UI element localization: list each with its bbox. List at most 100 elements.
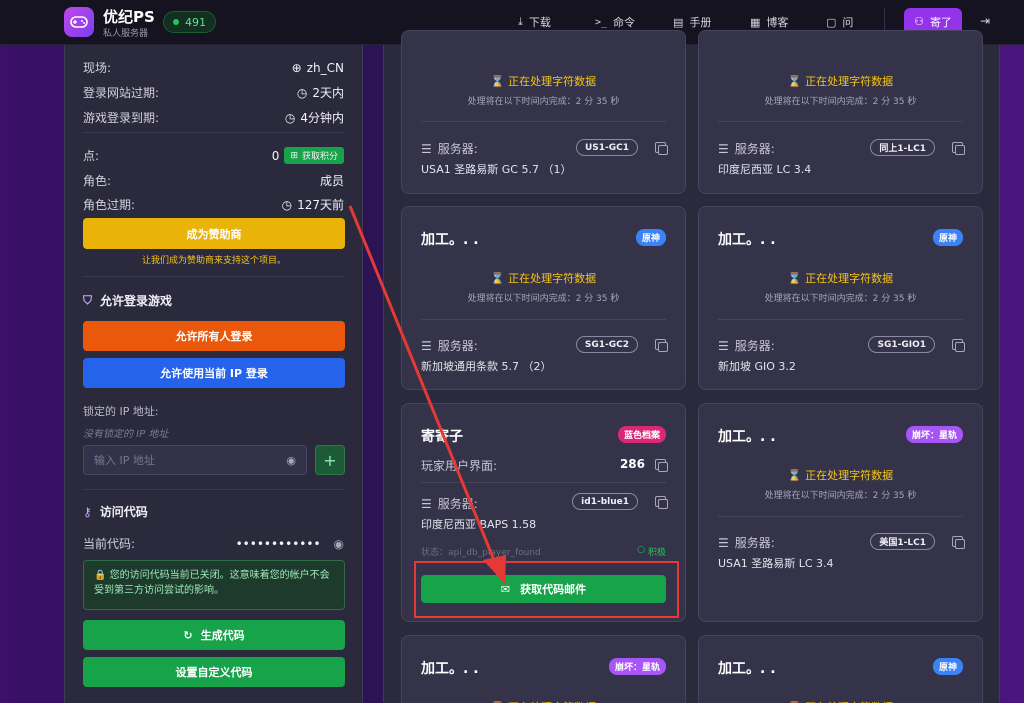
- nav-download[interactable]: ⤓ 下载: [518, 14, 551, 30]
- document-icon: ▦: [750, 15, 761, 29]
- card-divider: [421, 319, 666, 320]
- card-title: 加工。. .: [718, 429, 776, 445]
- clock-icon: ◷: [296, 85, 308, 100]
- gamepad-logo-icon[interactable]: [64, 7, 94, 37]
- card-title: 寄寄子: [421, 429, 463, 445]
- access-code-notice: 🔒 您的访问代码当前已关闭。这意味着您的帐户不会受到第三方访问尝试的影响。: [83, 560, 345, 610]
- site-expiry-row: 登录网站过期: ◷ 2天内: [83, 84, 344, 101]
- copy-icon[interactable]: [952, 339, 965, 352]
- player-value: 286: [619, 457, 645, 471]
- allow-login-section-title: ⛉ 允许登录游戏: [83, 292, 172, 309]
- hourglass-icon: ⌛: [787, 469, 802, 482]
- processing-time: 处理将在以下时间内完成：2 分 35 秒: [764, 97, 917, 107]
- server-label: ☰ 服务器:: [421, 141, 478, 157]
- get-points-label: 获取积分: [301, 152, 338, 162]
- player-label: 玩家用户界面:: [421, 459, 498, 473]
- copy-icon[interactable]: [952, 536, 965, 549]
- server-code-badge: US1-GC1: [575, 139, 638, 156]
- add-ip-button[interactable]: +: [315, 445, 345, 475]
- refresh-icon: ↻: [183, 628, 193, 642]
- card-title: 加工。. .: [421, 232, 479, 248]
- eye-icon[interactable]: ◉: [286, 454, 296, 467]
- shield-icon: ⛉: [83, 293, 93, 307]
- generate-code-button[interactable]: ↻ 生成代码: [83, 620, 345, 650]
- processing-time: 处理将在以下时间内完成：2 分 35 秒: [764, 294, 917, 304]
- ip-input-placeholder: 输入 IP 地址: [94, 454, 155, 467]
- divider: [83, 132, 344, 133]
- server-name: 新加坡通用条款 5.7 （2）: [421, 360, 552, 373]
- copy-icon[interactable]: [655, 496, 668, 509]
- server-label: ☰ 服务器:: [718, 141, 775, 157]
- game-expiry-label: 游戏登录到期:: [83, 111, 160, 125]
- server-card: 加工。. . 原神 ⌛ 正在处理字符数据: [698, 635, 983, 703]
- card-divider: [718, 319, 963, 320]
- points-label: 点:: [83, 149, 100, 163]
- nav-blog[interactable]: ▦ 博客: [750, 14, 788, 30]
- points-value: 0: [271, 148, 280, 163]
- card-divider: [718, 516, 963, 517]
- eye-icon[interactable]: ◉: [334, 537, 344, 551]
- card-title: 加工。. .: [718, 232, 776, 248]
- server-code-badge: SG1-GIO1: [868, 336, 935, 353]
- terminal-icon: >_: [595, 16, 608, 28]
- hourglass-icon: ⌛: [490, 272, 505, 285]
- server-name: USA1 圣路易斯 LC 3.4: [718, 557, 834, 570]
- game-tag: 原神: [932, 658, 963, 675]
- logout-icon[interactable]: ⇥: [980, 14, 990, 28]
- user-name: 寄了: [929, 15, 952, 29]
- server-code-badge: id1-blue1: [572, 493, 638, 510]
- server-label: ☰ 服务器:: [421, 496, 478, 512]
- ip-address-input[interactable]: 输入 IP 地址 ◉: [83, 445, 307, 475]
- card-divider: [421, 121, 666, 122]
- access-code-title-text: 访问代码: [99, 505, 148, 519]
- site-expiry-label: 登录网站过期:: [83, 86, 160, 100]
- game-tag: 原神: [932, 229, 963, 246]
- globe-icon: ⊕: [291, 60, 302, 75]
- hourglass-icon: ⌛: [787, 272, 802, 285]
- allow-current-ip-button[interactable]: 允许使用当前 IP 登录: [83, 358, 345, 388]
- server-label: ☰ 服务器:: [718, 535, 775, 551]
- nav-ask-label: 问: [842, 16, 854, 29]
- processing-status: ⌛ 正在处理字符数据: [787, 75, 894, 88]
- hourglass-icon: ⌛: [490, 75, 505, 88]
- gift-icon: ⊞: [290, 150, 298, 161]
- clock-icon: ◷: [281, 197, 293, 212]
- game-expiry-value: 4分钟内: [300, 111, 344, 125]
- become-sponsor-button[interactable]: 成为赞助商: [83, 218, 345, 249]
- nav-manual[interactable]: ▤ 手册: [673, 14, 711, 30]
- server-name: 印度尼西亚 LC 3.4: [718, 163, 812, 176]
- copy-icon[interactable]: [655, 459, 668, 472]
- processing-status: ⌛ 正在处理字符数据: [699, 699, 982, 703]
- role-expiry-row: 角色过期: ◷ 127天前: [83, 196, 344, 213]
- processing-time: 处理将在以下时间内完成：2 分 35 秒: [467, 294, 620, 304]
- access-code-section-title: ⚷ 访问代码: [83, 503, 148, 520]
- nav-commands-label: 命令: [613, 16, 636, 29]
- get-points-button[interactable]: ⊞ 获取积分: [284, 147, 344, 164]
- get-code-mail-button[interactable]: ✉ 获取代码邮件: [421, 575, 666, 603]
- divider: [83, 276, 344, 277]
- allow-all-login-button[interactable]: 允许所有人登录: [83, 321, 345, 351]
- role-expiry-label: 角色过期:: [83, 198, 136, 212]
- lock-icon: 🔒: [94, 570, 107, 581]
- nav-commands[interactable]: >_ 命令: [595, 14, 635, 30]
- game-expiry-row: 游戏登录到期: ◷ 4分钟内: [83, 109, 344, 126]
- card-title: 加工。. .: [718, 661, 776, 677]
- custom-code-button[interactable]: 设置自定义代码: [83, 657, 345, 687]
- copy-icon[interactable]: [655, 142, 668, 155]
- server-icon: ☰: [718, 338, 729, 353]
- copy-icon[interactable]: [952, 142, 965, 155]
- get-code-mail-label: 获取代码邮件: [520, 583, 587, 596]
- sponsor-note: 让我们成为赞助商来支持这个项目。: [141, 256, 286, 266]
- region-row: 现场: ⊕ zh_CN: [83, 59, 344, 76]
- nav-ask[interactable]: ▢ 问: [826, 14, 853, 30]
- server-code-badge: 美国1-LC1: [870, 533, 935, 550]
- server-icon: ☰: [421, 141, 432, 156]
- processing-status: ⌛ 正在处理字符数据: [787, 469, 894, 482]
- processing-status: ⌛ 正在处理字符数据: [490, 272, 597, 285]
- chat-icon: ▢: [826, 15, 837, 29]
- clock-icon: ◷: [284, 110, 296, 125]
- account-panel: 现场: ⊕ zh_CN 登录网站过期: ◷ 2天内 游戏登录到期: ◷ 4分钟内 点:…: [64, 45, 363, 703]
- server-name: USA1 圣路易斯 GC 5.7 （1）: [421, 163, 572, 176]
- copy-icon[interactable]: [655, 339, 668, 352]
- brand-title[interactable]: 优纪PS: [103, 6, 155, 27]
